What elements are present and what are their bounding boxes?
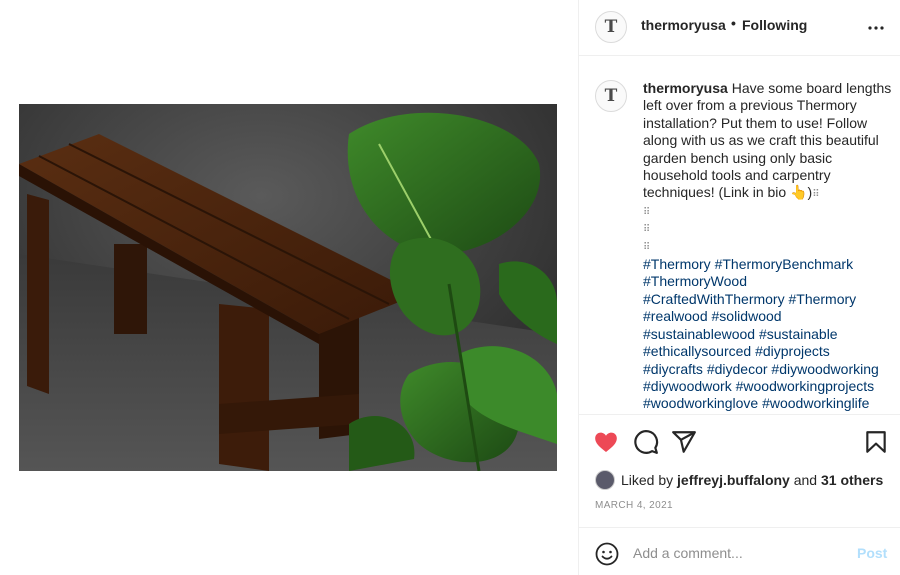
caption-dots: ⠿ xyxy=(643,206,650,218)
hashtag-link[interactable]: #diydecor xyxy=(707,361,768,377)
hashtag-link[interactable]: #Thermory xyxy=(643,256,711,272)
likes-others-link[interactable]: 31 others xyxy=(821,472,883,488)
hashtag-link[interactable]: #realwood xyxy=(643,308,708,324)
header-separator: • xyxy=(731,15,736,31)
post-comment-button[interactable]: Post xyxy=(857,545,887,561)
bench-photo-image xyxy=(19,104,557,471)
avatar-letter: T xyxy=(604,17,618,37)
post-photo[interactable] xyxy=(19,104,557,471)
hashtag-link[interactable]: #solidwood xyxy=(712,308,782,324)
hashtag-link[interactable]: #ThermoryBenchmark xyxy=(715,256,854,272)
liker-username[interactable]: jeffreyj.buffalony xyxy=(677,472,790,488)
heart-icon[interactable] xyxy=(593,429,619,455)
post-header: T thermoryusa • Following xyxy=(579,0,900,56)
bookmark-icon[interactable] xyxy=(863,429,889,455)
caption-dots: ⠿ xyxy=(812,189,819,201)
comment-box: Post xyxy=(579,527,900,575)
more-options-icon[interactable] xyxy=(866,18,886,38)
following-button[interactable]: Following xyxy=(742,17,807,33)
comment-icon[interactable] xyxy=(633,429,659,455)
post-side-panel: T thermoryusa • Following T thermoryusa … xyxy=(578,0,900,575)
hashtag-link[interactable]: #diywoodworking xyxy=(771,361,878,377)
likes-and: and xyxy=(793,472,818,488)
hashtag-link[interactable]: #sustainablewood xyxy=(643,326,755,342)
hashtag-list: #Thermory #ThermoryBenchmark #ThermoryWo… xyxy=(643,256,879,411)
caption-section: T thermoryusa Have some board lengths le… xyxy=(579,56,900,414)
hashtag-link[interactable]: #diywoodwork xyxy=(643,378,732,394)
hashtag-link[interactable]: #woodworkinglove xyxy=(643,395,758,411)
avatar-letter: T xyxy=(604,86,618,106)
share-icon[interactable] xyxy=(671,429,697,455)
post-date[interactable]: MARCH 4, 2021 xyxy=(595,500,673,511)
hashtag-link[interactable]: #woodworkingprojects xyxy=(736,378,875,394)
hashtag-link[interactable]: #diyprojects xyxy=(755,343,830,359)
caption-dots: ⠿ xyxy=(643,241,650,253)
hashtag-link[interactable]: #sustainable xyxy=(759,326,838,342)
caption-body: Have some board lengths left over from a… xyxy=(643,80,892,201)
action-bar xyxy=(579,414,900,470)
likes-summary: Liked by jeffreyj.buffalony and 31 other… xyxy=(595,470,883,490)
caption-username[interactable]: thermoryusa xyxy=(643,80,728,96)
hashtag-link[interactable]: #diycrafts xyxy=(643,361,703,377)
caption-text: thermoryusa Have some board lengths left… xyxy=(643,80,893,413)
photo-pane xyxy=(0,0,578,575)
caption-avatar[interactable]: T xyxy=(595,80,627,112)
hashtag-link[interactable]: #ThermoryWood xyxy=(643,273,747,289)
hashtag-link[interactable]: #CraftedWithThermory xyxy=(643,291,785,307)
caption-dots: ⠿ xyxy=(643,224,650,236)
likes-prefix: Liked by xyxy=(621,472,674,488)
liker-avatar[interactable] xyxy=(595,470,615,490)
hashtag-link[interactable]: #Thermory xyxy=(788,291,856,307)
profile-avatar[interactable]: T xyxy=(595,11,627,43)
comment-input[interactable] xyxy=(633,545,833,561)
header-username[interactable]: thermoryusa xyxy=(641,17,726,33)
emoji-icon[interactable] xyxy=(595,542,619,566)
hashtag-link[interactable]: #ethicallysourced xyxy=(643,343,751,359)
hashtag-link[interactable]: #woodworkinglife xyxy=(762,395,869,411)
